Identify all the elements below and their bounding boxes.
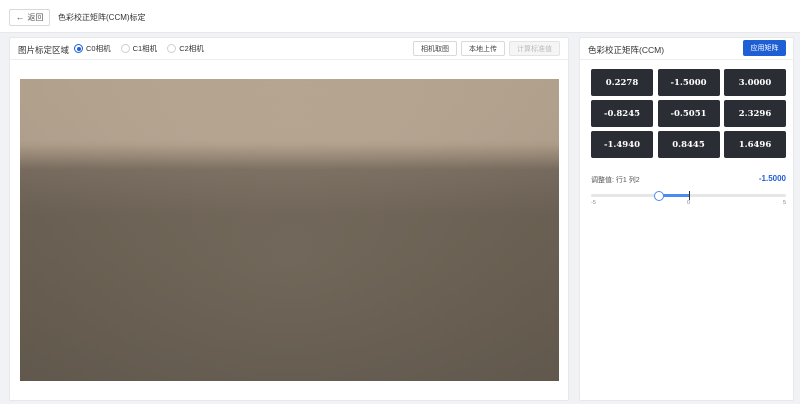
radio-checked-icon <box>74 44 83 53</box>
slider-mid-label: 0 <box>686 200 691 206</box>
image-panel-actions: 相机取图 本地上传 计算标准值 <box>413 41 560 56</box>
slider-max-label: 5 <box>782 200 786 206</box>
matrix-cell-r3c2[interactable]: 0.8445 <box>657 131 720 158</box>
arrow-left-icon: ← <box>15 12 25 22</box>
matrix-cell-r1c2[interactable]: -1.5000 <box>657 69 720 96</box>
image-panel-title: 图片标定区域 <box>18 45 70 55</box>
camera-radio-group: C0相机 C1相机 C2相机 <box>74 43 204 54</box>
matrix-cell-r2c1[interactable]: -0.8245 <box>591 100 653 127</box>
local-upload-button[interactable]: 本地上传 <box>461 41 505 56</box>
camera-radio-c0[interactable]: C0相机 <box>74 43 111 54</box>
adjust-value: -1.5000 <box>758 174 786 183</box>
matrix-cell-r3c3[interactable]: 1.6496 <box>724 131 786 158</box>
image-panel-header: 图片标定区域 C0相机 C1相机 C2相机 相机取图 本地上传 计算标准值 <box>10 38 568 60</box>
back-button[interactable]: ← 返回 <box>9 9 50 26</box>
image-calibration-panel: 图片标定区域 C0相机 C1相机 C2相机 相机取图 本地上传 计算标准值 <box>9 37 569 401</box>
top-bar: ← 返回 色彩校正矩阵(CCM)标定 <box>0 0 800 33</box>
slider-zero-mark <box>688 191 690 200</box>
ccm-panel-title: 色彩校正矩阵(CCM) <box>588 45 665 55</box>
back-label: 返回 <box>27 13 44 22</box>
camera-capture-button[interactable]: 相机取图 <box>413 41 457 56</box>
camera-label: C0相机 <box>86 44 111 53</box>
calibration-image[interactable] <box>20 79 559 381</box>
camera-label: C2相机 <box>179 44 204 53</box>
camera-radio-c2[interactable]: C2相机 <box>167 43 204 54</box>
radio-unchecked-icon <box>167 44 177 53</box>
camera-label: C1相机 <box>132 44 158 53</box>
matrix-cell-r1c1[interactable]: 0.2278 <box>591 69 653 96</box>
matrix-cell-r2c3[interactable]: 2.3296 <box>724 100 786 127</box>
ccm-matrix: 0.2278 -1.5000 3.0000 -0.8245 -0.5051 2.… <box>591 69 786 158</box>
slider-handle[interactable] <box>654 190 665 201</box>
camera-radio-c1[interactable]: C1相机 <box>120 43 158 54</box>
matrix-cell-r2c2[interactable]: -0.5051 <box>657 100 720 127</box>
matrix-cell-r3c1[interactable]: -1.4940 <box>591 131 653 158</box>
adjust-row: 调整值: 行1 列2 -1.5000 <box>591 174 786 186</box>
apply-matrix-button[interactable]: 应用矩阵 <box>743 40 786 56</box>
slider-min-label: -5 <box>591 200 596 206</box>
page-title: 色彩校正矩阵(CCM)标定 <box>58 13 146 22</box>
adjust-label: 调整值: 行1 列2 <box>591 177 640 184</box>
slider-ticks: -5 0 5 <box>591 200 786 208</box>
ccm-panel: 色彩校正矩阵(CCM) 应用矩阵 0.2278 -1.5000 3.0000 -… <box>579 37 794 401</box>
matrix-cell-r1c3[interactable]: 3.0000 <box>724 69 786 96</box>
compute-standard-button[interactable]: 计算标准值 <box>509 41 560 56</box>
radio-unchecked-icon <box>120 44 130 53</box>
ccm-panel-header: 色彩校正矩阵(CCM) 应用矩阵 <box>580 38 793 60</box>
